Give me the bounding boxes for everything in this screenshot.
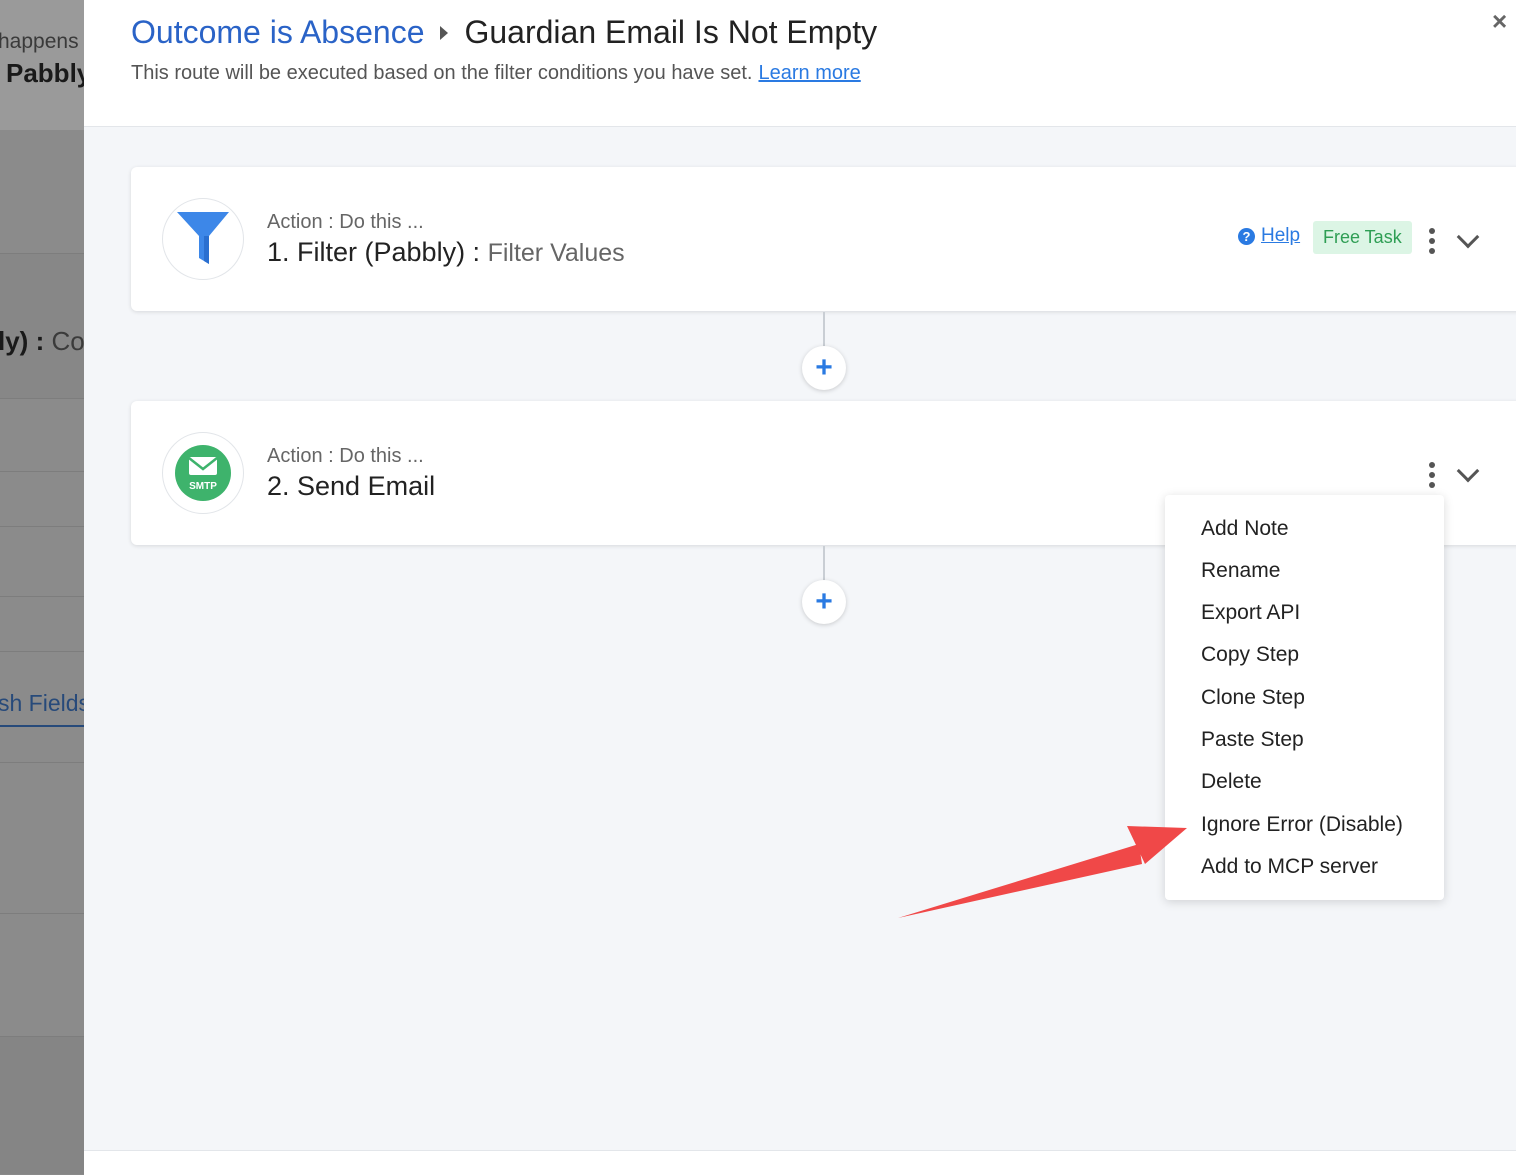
step-card-filter[interactable]: Action : Do this ... 1. Filter (Pabbly) … [131, 167, 1516, 311]
help-link[interactable]: ? Help [1238, 225, 1300, 247]
step-event: Filter Values [487, 239, 625, 267]
smtp-app-icon: SMTP [162, 432, 244, 514]
background-block [0, 597, 84, 652]
smtp-icon: SMTP [175, 445, 231, 501]
background-block [0, 914, 84, 1037]
background-link: sh Fields [0, 690, 84, 727]
step-title-main: 1. Filter (Pabbly) : [267, 237, 488, 267]
connector-line [823, 312, 825, 348]
filter-app-icon [162, 198, 244, 280]
add-step-button[interactable]: + [802, 346, 846, 390]
more-options-icon[interactable] [1427, 228, 1437, 254]
help-label: Help [1261, 225, 1301, 246]
background-block [0, 527, 84, 597]
menu-item-delete[interactable]: Delete [1201, 770, 1262, 794]
connector-line [823, 546, 825, 582]
free-task-badge: Free Task [1313, 221, 1412, 254]
background-text-ly: ly) : [0, 326, 52, 356]
menu-item-clone-step[interactable]: Clone Step [1201, 686, 1305, 710]
chevron-down-icon[interactable] [1456, 225, 1480, 249]
background-page: happens Pabbly ly) : Co sh Fields [0, 0, 84, 1174]
filter-funnel-icon [177, 212, 229, 264]
step-options-menu: Add Note Rename Export API Copy Step Clo… [1165, 495, 1444, 900]
step-title: 1. Filter (Pabbly) : Filter Values [267, 237, 625, 268]
menu-item-add-note[interactable]: Add Note [1201, 517, 1289, 541]
background-text-co: Co [51, 326, 84, 356]
add-step-button[interactable]: + [802, 580, 846, 624]
close-icon[interactable]: × [1492, 6, 1507, 37]
background-block [0, 763, 84, 914]
route-description: This route will be executed based on the… [131, 62, 861, 85]
menu-item-add-to-mcp-server[interactable]: Add to MCP server [1201, 855, 1378, 879]
background-block [0, 472, 84, 527]
more-options-icon[interactable] [1427, 462, 1437, 488]
breadcrumb: Outcome is Absence Guardian Email Is Not… [131, 14, 877, 51]
step-label: Action : Do this ... [267, 211, 424, 233]
route-link[interactable]: Outcome is Absence [131, 14, 424, 51]
background-text: happens [0, 30, 79, 53]
menu-item-rename[interactable]: Rename [1201, 559, 1280, 583]
route-title: Guardian Email Is Not Empty [464, 14, 878, 50]
drawer-footer [84, 1150, 1516, 1175]
menu-item-export-api[interactable]: Export API [1201, 601, 1300, 625]
chevron-down-icon[interactable] [1456, 459, 1480, 483]
caret-right-icon [440, 25, 449, 40]
learn-more-link[interactable]: Learn more [758, 62, 860, 84]
step-title: 2. Send Email [267, 471, 436, 501]
menu-item-ignore-error[interactable]: Ignore Error (Disable) [1201, 813, 1403, 837]
route-description-text: This route will be executed based on the… [131, 62, 753, 84]
background-text: ly) : Co [0, 326, 84, 357]
background-block [0, 399, 84, 472]
drawer-header: Outcome is Absence Guardian Email Is Not… [84, 0, 1516, 127]
background-block [0, 130, 84, 254]
menu-item-copy-step[interactable]: Copy Step [1201, 643, 1299, 667]
smtp-icon-text: SMTP [189, 481, 217, 492]
question-circle-icon: ? [1238, 227, 1255, 245]
background-text: Pabbly [6, 58, 84, 88]
step-label: Action : Do this ... [267, 445, 424, 467]
menu-item-paste-step[interactable]: Paste Step [1201, 728, 1304, 752]
